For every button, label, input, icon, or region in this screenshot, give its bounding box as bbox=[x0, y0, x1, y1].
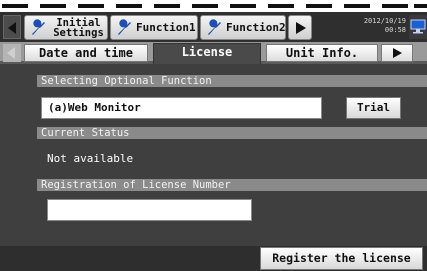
tab-license[interactable]: License bbox=[153, 43, 261, 64]
wrench-icon bbox=[205, 18, 223, 37]
clock-date: 2012/10/19 bbox=[363, 17, 406, 25]
tab-function2-label: Function2 bbox=[226, 20, 286, 34]
current-status-value: Not available bbox=[47, 152, 134, 165]
tab-function1-label: Function1 bbox=[136, 20, 196, 34]
sub-next-arrow-icon[interactable] bbox=[381, 44, 413, 62]
register-license-button[interactable]: Register the license bbox=[260, 247, 423, 270]
section-optional-function-header: Selecting Optional Function bbox=[37, 75, 427, 87]
tab-function1[interactable]: Function1 bbox=[110, 15, 198, 40]
section-registration-header: Registration of License Number bbox=[37, 179, 427, 191]
prev-tab-arrow-icon[interactable] bbox=[3, 15, 21, 39]
wrench-icon bbox=[115, 18, 133, 37]
sub-tab-bar: Date and time License Unit Info. bbox=[0, 42, 427, 64]
license-number-field[interactable] bbox=[47, 199, 252, 221]
tab-date-and-time[interactable]: Date and time bbox=[24, 44, 148, 62]
main-tab-bar: Initial Settings Function1 Function2 201… bbox=[0, 12, 427, 42]
tab-initial-settings[interactable]: Initial Settings bbox=[24, 15, 108, 40]
section-current-status-header: Current Status bbox=[37, 127, 427, 139]
clock: 2012/10/19 00:58 bbox=[356, 17, 406, 35]
trial-button[interactable]: Trial bbox=[346, 97, 401, 119]
clock-time: 00:58 bbox=[384, 26, 406, 34]
monitor-icon[interactable] bbox=[409, 15, 427, 39]
next-tab-arrow-icon[interactable] bbox=[288, 15, 312, 40]
dashed-top-border bbox=[0, 0, 427, 12]
license-panel: Selecting Optional Function (a)Web Monit… bbox=[0, 64, 427, 271]
tab-unit-info[interactable]: Unit Info. bbox=[266, 44, 378, 62]
tab-initial-settings-label: Initial Settings bbox=[53, 16, 104, 39]
wrench-icon bbox=[29, 18, 47, 37]
tab-function2[interactable]: Function2 bbox=[200, 15, 286, 40]
sub-prev-arrow-icon[interactable] bbox=[3, 44, 21, 62]
optional-function-field[interactable]: (a)Web Monitor bbox=[41, 97, 322, 119]
